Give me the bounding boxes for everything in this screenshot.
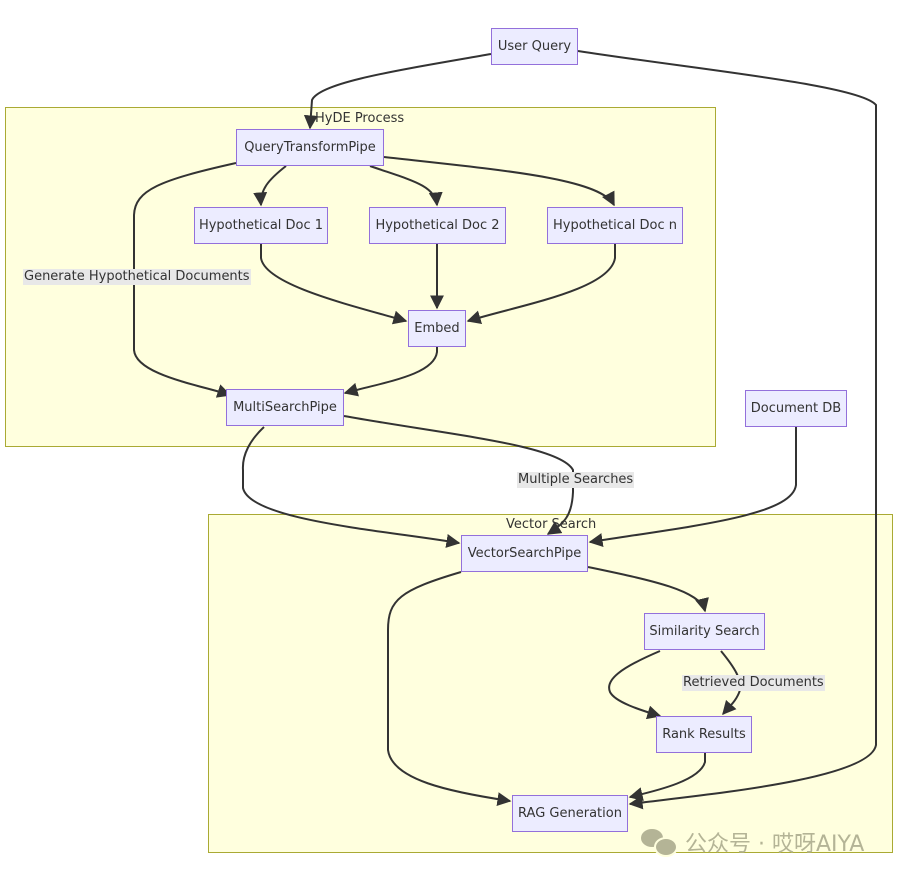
node-hypothetical-doc-n[interactable]: Hypothetical Doc n [547, 207, 683, 244]
edge-querytransform-hyp1 [253, 165, 287, 207]
edge-hyp1-embed [260, 244, 408, 325]
node-rank-results[interactable]: Rank Results [656, 716, 752, 753]
edge-querytransform-hyp2 [369, 165, 443, 207]
edges-layer [133, 50, 877, 810]
flowchart-canvas: HyDE Process Vector Search Generate Hypo… [0, 0, 920, 879]
edge-label-generate-hypothetical-documents: Generate Hypothetical Documents [23, 269, 251, 285]
edge-hypn-embed [466, 244, 616, 324]
node-rag-generation[interactable]: RAG Generation [512, 795, 628, 832]
edge-userquery-rag [577, 50, 877, 810]
edge-similarity-rank-a [608, 650, 662, 720]
node-hypothetical-doc-2[interactable]: Hypothetical Doc 2 [369, 207, 506, 244]
node-similarity-search[interactable]: Similarity Search [644, 613, 765, 650]
node-multi-search-pipe[interactable]: MultiSearchPipe [226, 389, 344, 426]
edge-label-multiple-searches: Multiple Searches [517, 472, 635, 488]
edge-label-retrieved-documents: Retrieved Documents [682, 675, 825, 691]
node-document-db[interactable]: Document DB [745, 390, 847, 427]
edge-userquery-querytransform [303, 53, 492, 130]
edge-multisearch-vectorsearch-a [241, 426, 461, 548]
node-query-transform-pipe[interactable]: QueryTransformPipe [236, 129, 384, 166]
edge-querytransform-hypn [383, 156, 615, 207]
watermark: 公众号 · 哎呀AIYA [641, 826, 864, 858]
edge-vectorsearch-rag [387, 571, 512, 807]
edge-vectorsearch-similarity [587, 566, 709, 613]
node-user-query[interactable]: User Query [491, 28, 578, 65]
edge-embed-multisearch [343, 347, 438, 397]
wechat-icon [641, 827, 678, 857]
node-embed[interactable]: Embed [408, 310, 466, 347]
edge-rank-rag [628, 753, 706, 801]
node-hypothetical-doc-1[interactable]: Hypothetical Doc 1 [194, 207, 328, 244]
watermark-text: 公众号 · 哎呀AIYA [685, 832, 865, 857]
node-vector-search-pipe[interactable]: VectorSearchPipe [461, 535, 588, 572]
